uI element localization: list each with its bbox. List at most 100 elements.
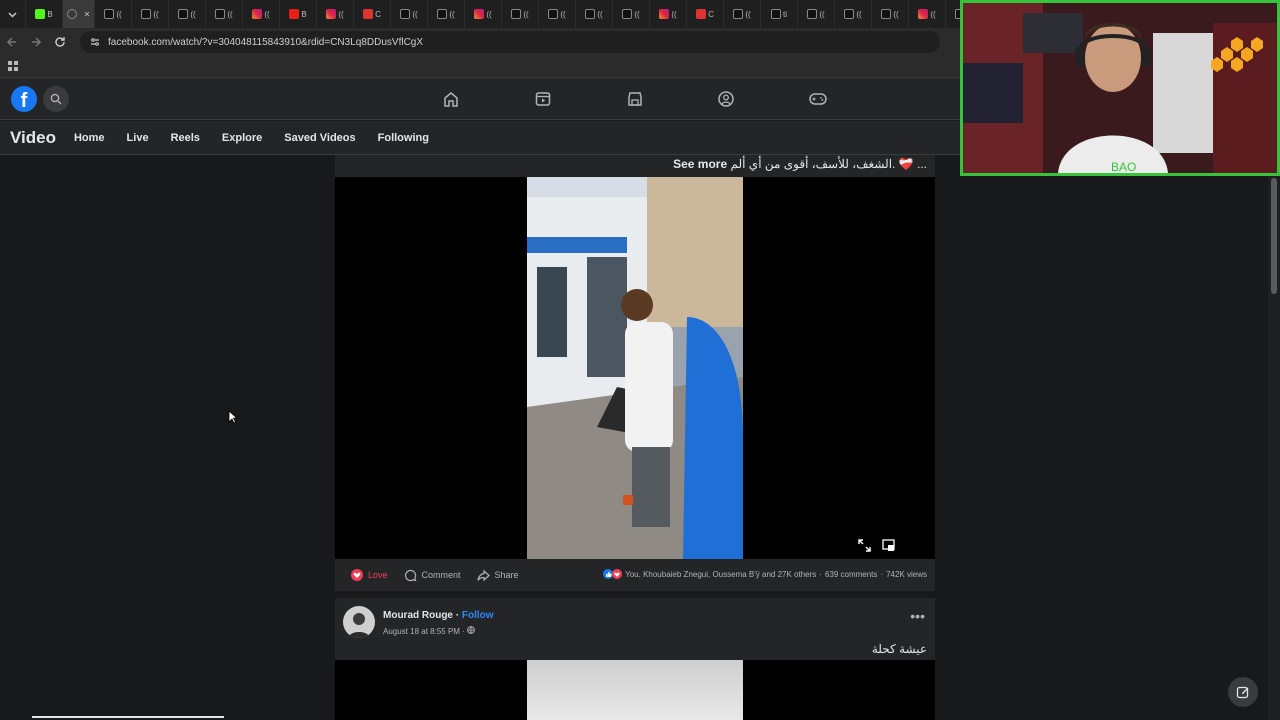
browser-tab-label: (( xyxy=(856,9,862,19)
browser-tab[interactable]: (( xyxy=(613,0,650,28)
browser-tab[interactable]: (( xyxy=(428,0,465,28)
picture-in-picture-icon[interactable] xyxy=(882,539,895,557)
browser-tab-label: (( xyxy=(190,9,196,19)
search-icon[interactable] xyxy=(43,86,69,112)
avatar[interactable] xyxy=(343,606,375,638)
back-icon[interactable] xyxy=(0,30,24,54)
compose-icon xyxy=(1236,686,1249,699)
url-field[interactable]: facebook.com/watch/?v=304048115843910&rd… xyxy=(80,31,940,53)
video-icon[interactable] xyxy=(533,89,553,109)
video-player[interactable] xyxy=(335,177,935,559)
browser-tab[interactable]: (( xyxy=(465,0,502,28)
comment-label: Comment xyxy=(421,570,461,580)
video-nav-reels[interactable]: Reels xyxy=(171,132,200,144)
browser-tab[interactable]: (( xyxy=(206,0,243,28)
reload-icon[interactable] xyxy=(48,30,72,54)
browser-tab-strip: B ✕ ((((((((((B ((C ((((((((((((((((C ((ti (((… xyxy=(0,0,960,28)
video-frame xyxy=(527,660,743,720)
apps-grid-icon[interactable] xyxy=(8,61,19,72)
mouse-cursor xyxy=(228,410,239,429)
tiktok-icon xyxy=(437,9,448,19)
video-nav-explore[interactable]: Explore xyxy=(222,132,262,144)
more-options-icon[interactable]: ••• xyxy=(910,608,925,624)
browser-tab[interactable]: (( xyxy=(835,0,872,28)
browser-tab[interactable]: (( xyxy=(724,0,761,28)
browser-tab-label: B xyxy=(301,9,307,19)
browser-tab[interactable]: B xyxy=(280,0,317,28)
tiktok-icon xyxy=(771,9,781,19)
browser-tab[interactable]: C xyxy=(687,0,724,28)
marketplace-icon[interactable] xyxy=(625,89,645,109)
gift-icon xyxy=(363,9,374,19)
browser-tab[interactable]: (( xyxy=(169,0,206,28)
browser-tab[interactable]: (( xyxy=(502,0,539,28)
browser-tab[interactable]: ✕ xyxy=(63,0,95,28)
browser-tab[interactable]: (( xyxy=(317,0,354,28)
love-button[interactable]: Love xyxy=(351,569,388,581)
home-icon[interactable] xyxy=(441,89,461,109)
browser-tab[interactable]: (( xyxy=(650,0,687,28)
browser-tab-label: (( xyxy=(227,9,233,19)
browser-tab[interactable]: (( xyxy=(539,0,576,28)
instagram-icon xyxy=(474,9,485,19)
browser-tab[interactable]: (( xyxy=(243,0,280,28)
browser-tab[interactable]: (( xyxy=(391,0,428,28)
tab-search-button[interactable] xyxy=(0,0,26,28)
page-scrollbar[interactable] xyxy=(1268,176,1280,720)
facebook-logo[interactable]: f xyxy=(11,86,37,112)
video-nav-following[interactable]: Following xyxy=(378,132,429,144)
fullscreen-icon[interactable] xyxy=(858,539,871,557)
gaming-icon[interactable] xyxy=(808,89,828,109)
browser-tab-label: (( xyxy=(116,9,122,19)
video-section-title: Video xyxy=(10,127,56,147)
browser-tab-label: (( xyxy=(745,9,751,19)
video-nav-saved-videos[interactable]: Saved Videos xyxy=(284,132,355,144)
follow-button[interactable]: Follow xyxy=(462,610,494,621)
browser-tab[interactable]: ti xyxy=(761,0,798,28)
video-frame xyxy=(527,177,743,559)
browser-tab-label: (( xyxy=(819,9,825,19)
scrollbar-thumb[interactable] xyxy=(1271,178,1277,294)
post-timestamp[interactable]: August 18 at 8:55 PM xyxy=(383,627,460,636)
browser-tab[interactable]: (( xyxy=(946,0,960,28)
new-message-button[interactable] xyxy=(1228,677,1258,707)
post-author: Mourad Rouge · Follow xyxy=(383,610,494,621)
author-name[interactable]: Mourad Rouge xyxy=(383,610,453,621)
forward-icon[interactable] xyxy=(24,30,48,54)
share-icon xyxy=(476,569,490,581)
tiktok-icon xyxy=(548,9,559,19)
browser-tab[interactable]: (( xyxy=(132,0,169,28)
comments-count[interactable]: 639 comments xyxy=(825,570,877,579)
see-more-link[interactable]: See more xyxy=(673,157,727,171)
video-nav-live[interactable]: Live xyxy=(127,132,149,144)
facebook-header: f xyxy=(0,78,960,120)
browser-tab[interactable]: (( xyxy=(872,0,909,28)
browser-tab[interactable]: (( xyxy=(95,0,132,28)
video-progress-bar xyxy=(32,716,224,718)
facebook-icon xyxy=(66,9,77,19)
instagram-icon xyxy=(918,9,929,19)
comment-button[interactable]: Comment xyxy=(404,569,461,582)
video-player[interactable] xyxy=(335,660,935,720)
site-settings-icon[interactable] xyxy=(90,37,100,47)
instagram-icon xyxy=(252,9,263,19)
browser-tab[interactable]: (( xyxy=(576,0,613,28)
browser-tab[interactable]: (( xyxy=(909,0,946,28)
browser-tab[interactable]: B xyxy=(26,0,63,28)
post-date: August 18 at 8:55 PM · xyxy=(383,626,475,636)
video-nav-home[interactable]: Home xyxy=(74,132,105,144)
kick-icon xyxy=(35,9,46,19)
tiktok-icon xyxy=(733,9,744,19)
browser-tab-label: (( xyxy=(560,9,566,19)
post-caption-text: الشغف، للأسف، أقوى من أي ألم. ❤️‍🩹 ... xyxy=(730,157,928,171)
post-caption: عيشة كحلة xyxy=(871,642,927,656)
close-tab-icon[interactable]: ✕ xyxy=(84,10,91,19)
globe-icon xyxy=(467,626,475,634)
share-button[interactable]: Share xyxy=(476,569,519,582)
browser-tab[interactable]: (( xyxy=(798,0,835,28)
browser-tab-label: (( xyxy=(153,9,159,19)
video-post: See more الشغف، للأسف، أقوى من أي ألم. ❤… xyxy=(335,155,935,591)
groups-icon[interactable] xyxy=(716,89,736,109)
browser-tab[interactable]: C xyxy=(354,0,391,28)
reactions-summary[interactable]: You, Khoubaieb Znegui, Oussema B'ÿ and 2… xyxy=(625,570,816,579)
